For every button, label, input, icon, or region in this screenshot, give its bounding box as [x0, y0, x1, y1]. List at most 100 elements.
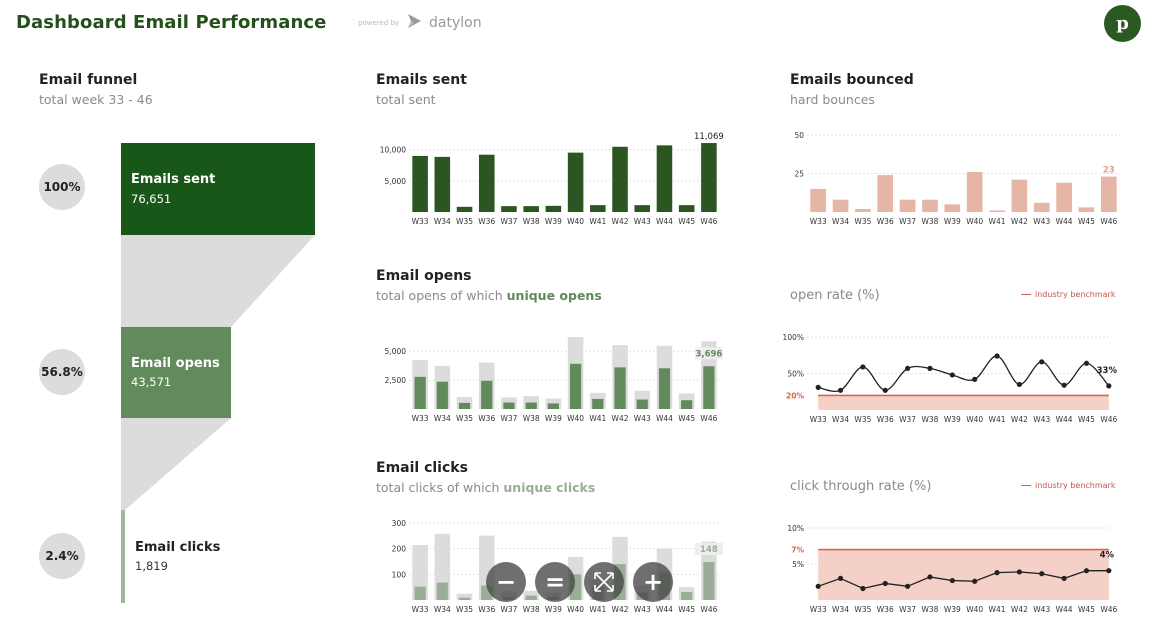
x-tick-label: W34 — [832, 217, 849, 226]
x-tick-label: W38 — [523, 414, 540, 423]
rate-point — [1016, 381, 1022, 388]
x-tick-label: W37 — [899, 415, 916, 424]
x-tick-label: W41 — [989, 217, 1006, 226]
bar-unique — [525, 402, 537, 409]
rate-point — [927, 365, 933, 371]
y-tick-label: 100% — [783, 333, 804, 342]
x-tick-label: W34 — [434, 605, 451, 614]
y-tick-label: 5,000 — [385, 177, 407, 186]
x-tick-label: W36 — [877, 605, 894, 614]
bar — [1056, 182, 1072, 212]
expand-icon — [594, 572, 614, 592]
x-tick-label: W45 — [678, 605, 695, 614]
bar — [1033, 202, 1050, 212]
fit-screen-button[interactable] — [584, 562, 624, 602]
x-tick-label: W39 — [545, 605, 562, 614]
x-tick-label: W46 — [1100, 217, 1117, 226]
rate-point — [994, 570, 1000, 576]
minus-icon: − — [495, 568, 517, 596]
rate-point — [860, 585, 866, 592]
charts-canvas: 5,000 10,000 W33 W34 W35 W36 W37 W38 W39 W40 W41 W4… — [380, 131, 1120, 614]
rate-point — [1061, 575, 1067, 582]
x-tick-label: W35 — [854, 217, 871, 226]
bar — [922, 199, 938, 212]
x-tick-label: W33 — [412, 605, 429, 614]
x-tick-label: W33 — [412, 414, 429, 423]
data-label: 33% — [1097, 366, 1118, 376]
x-tick-label: W34 — [434, 217, 451, 226]
data-label: 4% — [1100, 551, 1115, 561]
bar — [989, 210, 1005, 212]
zoom-reset-button[interactable]: = — [535, 562, 575, 602]
x-tick-label: W33 — [810, 217, 827, 226]
x-tick-label: W43 — [634, 414, 651, 423]
x-tick-label: W33 — [810, 605, 827, 614]
x-tick-label: W45 — [1078, 217, 1095, 226]
y-tick-label: 100 — [392, 570, 407, 579]
bar-unique — [414, 376, 426, 409]
bar — [456, 206, 473, 212]
bar — [634, 205, 651, 212]
x-tick-label: W37 — [899, 217, 916, 226]
x-tick-label: W42 — [612, 217, 629, 226]
rate-point — [994, 353, 1000, 359]
bar — [612, 146, 628, 212]
x-tick-label: W42 — [1011, 217, 1028, 226]
bar — [944, 204, 961, 212]
rate-point — [905, 365, 911, 371]
plus-icon: + — [642, 568, 664, 596]
data-label: 3,696 — [695, 349, 722, 359]
bar-unique — [503, 402, 515, 409]
rate-point — [860, 364, 866, 370]
rate-point — [1083, 360, 1090, 366]
x-tick-label: W44 — [1056, 415, 1073, 424]
rate-point — [1083, 568, 1090, 574]
bar — [899, 199, 916, 212]
x-tick-label: W37 — [500, 217, 517, 226]
x-tick-label: W37 — [500, 605, 517, 614]
rate-point — [1016, 569, 1022, 575]
x-tick-label: W43 — [1033, 415, 1050, 424]
zoom-out-button[interactable]: − — [486, 562, 526, 602]
bar-unique — [592, 398, 604, 409]
x-tick-label: W41 — [589, 605, 606, 614]
bar — [501, 206, 517, 212]
x-tick-label: W36 — [877, 217, 894, 226]
x-tick-label: W41 — [989, 605, 1006, 614]
x-tick-label: W43 — [1033, 217, 1050, 226]
zoom-in-button[interactable]: + — [633, 562, 673, 602]
x-tick-label: W41 — [589, 414, 606, 423]
x-tick-label: W44 — [1056, 217, 1073, 226]
bar-unique — [414, 586, 426, 600]
x-tick-label: W38 — [921, 217, 938, 226]
x-tick-label: W38 — [921, 605, 938, 614]
bar-unique — [436, 381, 448, 409]
rate-point — [905, 583, 911, 589]
bar — [1078, 207, 1095, 212]
data-label: 23 — [1103, 166, 1115, 176]
x-tick-label: W43 — [634, 605, 651, 614]
bar — [656, 145, 673, 212]
x-tick-label: W37 — [500, 414, 517, 423]
y-tick-label: 10,000 — [380, 146, 406, 155]
rate-point — [882, 580, 888, 587]
rate-point — [1061, 382, 1067, 388]
rate-point — [1106, 383, 1112, 389]
x-tick-label: W45 — [678, 217, 695, 226]
x-tick-label: W42 — [1011, 415, 1028, 424]
x-tick-label: W46 — [700, 414, 717, 423]
bar — [567, 152, 584, 212]
bar — [810, 188, 827, 212]
bar — [412, 155, 428, 212]
bar-unique — [570, 363, 582, 409]
bar — [701, 143, 717, 212]
x-tick-label: W36 — [877, 415, 894, 424]
x-tick-label: W36 — [478, 217, 495, 226]
bar-unique — [703, 562, 715, 600]
y-tick-label: 300 — [392, 519, 407, 528]
x-tick-label: W35 — [456, 605, 473, 614]
rate-point — [927, 574, 933, 580]
bar-unique — [481, 380, 493, 409]
x-tick-label: W41 — [589, 217, 606, 226]
x-tick-label: W35 — [456, 217, 473, 226]
